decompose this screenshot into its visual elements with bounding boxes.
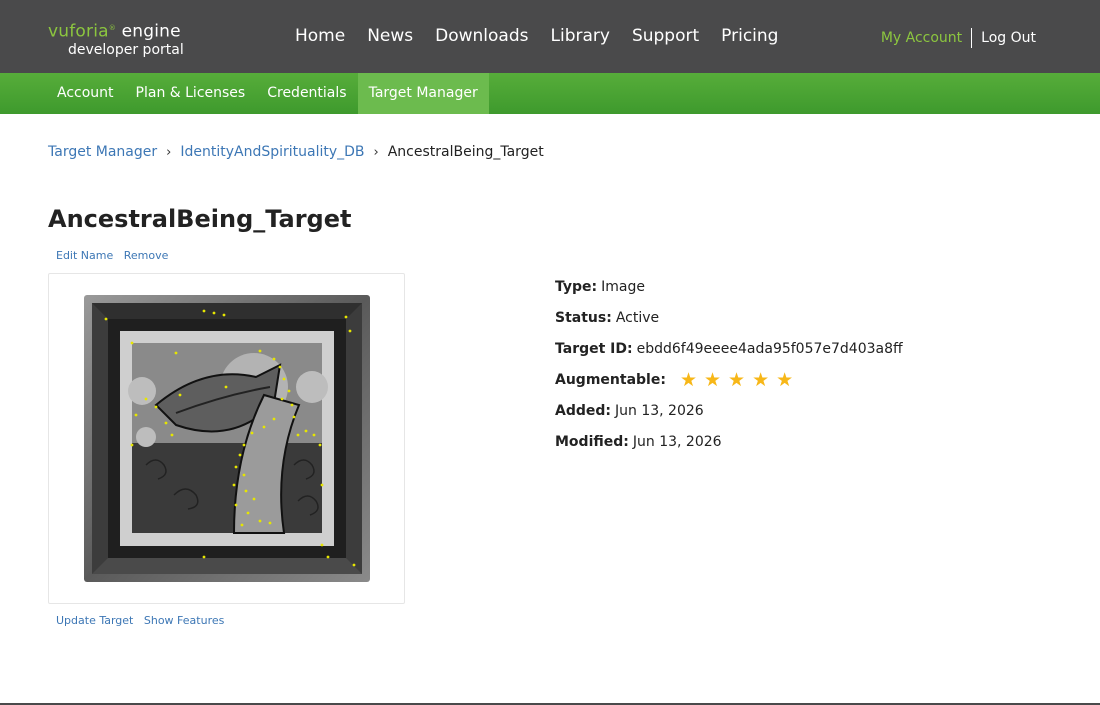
title-actions: Edit Name Remove <box>56 249 175 262</box>
main-nav: Home News Downloads Library Support Pric… <box>284 24 789 48</box>
image-actions: Update Target Show Features <box>56 614 231 627</box>
nav-home[interactable]: Home <box>295 24 345 48</box>
type-label: Type: <box>555 278 598 295</box>
vuforia-logo[interactable]: vuforia® engine developer portal <box>48 18 198 59</box>
page-title: AncestralBeing_Target <box>48 205 352 233</box>
sub-nav: Account Plan & Licenses Credentials Targ… <box>0 73 1100 114</box>
status-label: Status: <box>555 309 612 326</box>
breadcrumb: Target Manager › IdentityAndSpirituality… <box>48 144 544 160</box>
nav-pricing[interactable]: Pricing <box>721 24 778 48</box>
added-value: Jun 13, 2026 <box>615 402 704 419</box>
status-value: Active <box>615 309 660 326</box>
breadcrumb-chevron-icon: › <box>166 144 172 160</box>
star-icon: ★ <box>703 368 722 391</box>
modified-value: Jun 13, 2026 <box>632 433 722 450</box>
subnav-credentials[interactable]: Credentials <box>256 73 357 114</box>
detail-augmentable: Augmentable: ★ ★ ★ ★ ★ <box>555 364 903 395</box>
edit-name-link[interactable]: Edit Name <box>56 249 113 262</box>
star-icon: ★ <box>776 368 794 391</box>
detail-modified: Modified: Jun 13, 2026 <box>555 426 903 457</box>
target-image <box>84 295 370 582</box>
top-header: vuforia® engine developer portal Home Ne… <box>0 0 1100 73</box>
detail-target-id: Target ID: ebdd6f49eeee4ada95f057e7d403a… <box>555 333 903 364</box>
augmentable-label: Augmentable: <box>555 371 666 388</box>
log-out-link[interactable]: Log Out <box>972 28 1036 48</box>
subnav-plan-licenses[interactable]: Plan & Licenses <box>125 73 257 114</box>
subnav-target-manager[interactable]: Target Manager <box>357 73 489 114</box>
detail-status: Status: Active <box>555 302 903 333</box>
target-id-label: Target ID: <box>555 340 633 357</box>
star-icon: ★ <box>679 368 697 391</box>
nav-news[interactable]: News <box>367 24 413 48</box>
type-value: Image <box>601 278 645 295</box>
detail-type: Type: Image <box>555 271 903 302</box>
added-label: Added: <box>555 402 611 419</box>
star-icon: ★ <box>728 368 746 391</box>
update-target-link[interactable]: Update Target <box>56 614 133 627</box>
breadcrumb-database[interactable]: IdentityAndSpirituality_DB <box>180 144 364 160</box>
target-image-card <box>48 273 405 604</box>
breadcrumb-current: AncestralBeing_Target <box>387 144 544 160</box>
nav-support[interactable]: Support <box>632 24 699 48</box>
logo-engine: engine <box>121 21 181 42</box>
show-features-link[interactable]: Show Features <box>144 614 224 627</box>
modified-label: Modified: <box>555 433 629 450</box>
subnav-account[interactable]: Account <box>46 73 125 114</box>
logo-brand: vuforia <box>48 21 109 42</box>
star-icon: ★ <box>752 368 770 391</box>
logo-subtitle: developer portal <box>68 41 184 58</box>
target-details: Type: Image Status: Active Target ID: eb… <box>555 271 903 457</box>
remove-link[interactable]: Remove <box>124 249 169 262</box>
nav-library[interactable]: Library <box>551 24 610 48</box>
breadcrumb-target-manager[interactable]: Target Manager <box>48 144 157 160</box>
nav-downloads[interactable]: Downloads <box>435 24 528 48</box>
registered-mark: ® <box>108 24 116 32</box>
account-links: My Account Log Out <box>881 28 1036 48</box>
my-account-link[interactable]: My Account <box>881 28 973 48</box>
augmentable-rating: ★ ★ ★ ★ ★ <box>680 370 800 390</box>
detail-added: Added: Jun 13, 2026 <box>555 395 903 426</box>
breadcrumb-chevron-icon: › <box>373 144 379 160</box>
target-id-value: ebdd6f49eeee4ada95f057e7d403a8ff <box>636 340 903 357</box>
